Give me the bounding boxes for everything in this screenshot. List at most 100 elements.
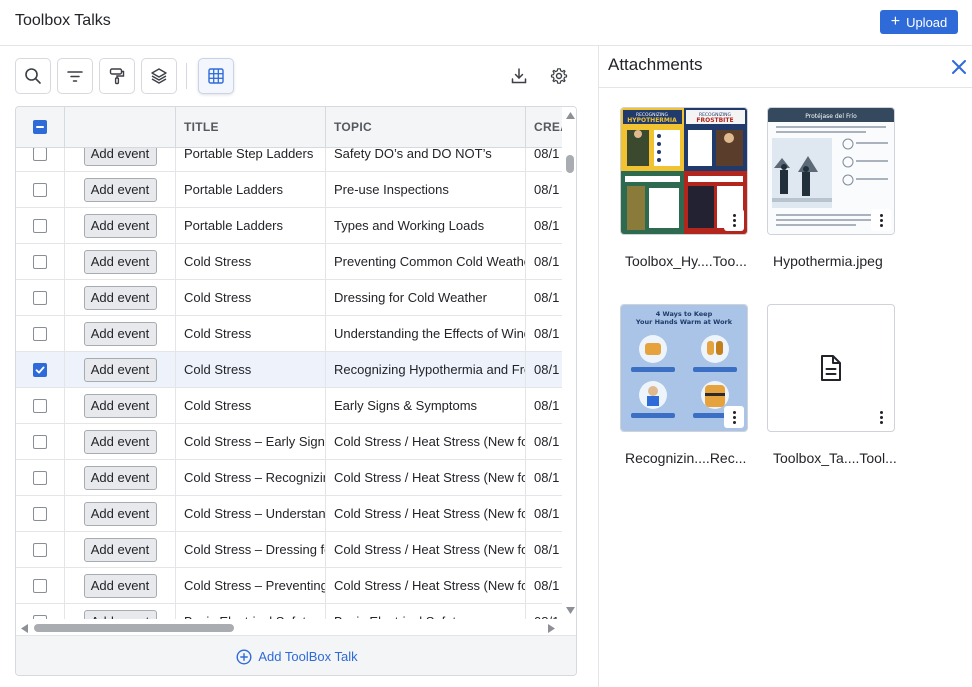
table-row[interactable]: Add event Cold Stress – Dressing for Cold… xyxy=(16,532,562,568)
table-row[interactable]: Add event Portable Ladders Types and Worki… xyxy=(16,208,562,244)
title-cell[interactable]: Cold Stress – Recognizing Hypothermia xyxy=(176,460,326,495)
created-cell[interactable]: 08/1 xyxy=(526,460,562,495)
close-panel-button[interactable] xyxy=(949,57,969,77)
row-checkbox[interactable] xyxy=(33,254,47,269)
title-cell[interactable]: Cold Stress xyxy=(176,388,326,423)
vertical-scroll-thumb[interactable] xyxy=(566,155,574,173)
topic-cell[interactable]: Cold Stress / Heat Stress (New for 2023) xyxy=(326,424,526,459)
add-event-button[interactable]: Add event xyxy=(83,465,157,490)
download-button[interactable] xyxy=(509,66,529,86)
attachment-name[interactable]: Recognizin....Rec... xyxy=(625,450,765,466)
search-button[interactable] xyxy=(15,58,51,94)
topic-cell[interactable]: Types and Working Loads xyxy=(326,208,526,243)
title-cell[interactable]: Cold Stress – Preventing Cold Injuries xyxy=(176,568,326,603)
attachment-name[interactable]: Toolbox_Hy....Too... xyxy=(625,253,765,269)
row-checkbox[interactable] xyxy=(33,398,47,413)
add-toolbox-talk-button[interactable]: Add ToolBox Talk xyxy=(16,635,576,675)
created-cell[interactable]: 08/1 xyxy=(526,148,562,171)
topic-cell[interactable]: Pre-use Inspections xyxy=(326,172,526,207)
table-row[interactable]: Add event Cold Stress – Understanding Win… xyxy=(16,496,562,532)
created-cell[interactable]: 08/1 xyxy=(526,424,562,459)
created-cell[interactable]: 08/1 xyxy=(526,352,562,387)
title-cell[interactable]: Cold Stress xyxy=(176,316,326,351)
more-options-button[interactable] xyxy=(871,406,891,428)
attachment-thumbnail[interactable]: 4 Ways to Keep Your Hands Warm at Work xyxy=(620,304,748,432)
row-checkbox[interactable] xyxy=(33,434,47,449)
created-cell[interactable]: 08/1 xyxy=(526,172,562,207)
table-row[interactable]: Add event Cold Stress – Preventing Cold I… xyxy=(16,568,562,604)
topic-cell[interactable]: Cold Stress / Heat Stress (New for 2023) xyxy=(326,568,526,603)
add-event-button[interactable]: Add event xyxy=(83,393,157,418)
scroll-left-icon[interactable] xyxy=(21,624,28,633)
row-checkbox[interactable] xyxy=(33,290,47,305)
attachment-thumbnail[interactable] xyxy=(767,304,895,432)
created-cell[interactable]: 08/1 xyxy=(526,568,562,603)
add-event-button[interactable]: Add event xyxy=(83,501,157,526)
table-row[interactable]: Add event Cold Stress – Early Signs & Sym… xyxy=(16,424,562,460)
topic-cell[interactable]: Cold Stress / Heat Stress (New for 2023) xyxy=(326,496,526,531)
scroll-up-icon[interactable] xyxy=(566,112,575,119)
upload-button[interactable]: + Upload xyxy=(880,10,958,34)
topic-cell[interactable]: Dressing for Cold Weather xyxy=(326,280,526,315)
horizontal-scroll-thumb[interactable] xyxy=(34,624,234,632)
title-cell[interactable]: Cold Stress xyxy=(176,352,326,387)
topic-cell[interactable]: Cold Stress / Heat Stress (New for 2023) xyxy=(326,532,526,567)
table-row[interactable]: Add event Cold Stress Recognizing Hypother… xyxy=(16,352,562,388)
vertical-scrollbar[interactable] xyxy=(562,107,576,622)
row-checkbox[interactable] xyxy=(33,578,47,593)
add-event-button[interactable]: Add event xyxy=(83,249,157,274)
row-checkbox[interactable] xyxy=(33,182,47,197)
row-checkbox[interactable] xyxy=(33,148,47,161)
topic-cell[interactable]: Early Signs & Symptoms xyxy=(326,388,526,423)
topic-cell[interactable]: Cold Stress / Heat Stress (New for 2023) xyxy=(326,460,526,495)
created-cell[interactable]: 08/1 xyxy=(526,496,562,531)
title-cell[interactable]: Portable Ladders xyxy=(176,208,326,243)
created-cell[interactable]: 08/1 xyxy=(526,280,562,315)
table-row[interactable]: Add event Cold Stress Understanding the Ef… xyxy=(16,316,562,352)
add-event-button[interactable]: Add event xyxy=(83,177,157,202)
created-cell[interactable]: 08/1 xyxy=(526,316,562,351)
topic-cell[interactable]: Understanding the Effects of Wind Chill xyxy=(326,316,526,351)
table-row[interactable]: Add event Portable Step Ladders Safety DO’… xyxy=(16,148,562,172)
header-created[interactable]: CREA xyxy=(526,107,562,147)
attachment-name[interactable]: Toolbox_Ta....Tool... xyxy=(773,450,913,466)
settings-button[interactable] xyxy=(549,66,569,86)
title-cell[interactable]: Portable Step Ladders xyxy=(176,148,326,171)
select-all-checkbox[interactable] xyxy=(33,120,47,134)
row-checkbox[interactable] xyxy=(33,362,47,377)
table-row[interactable]: Add event Cold Stress – Recognizing Hypot… xyxy=(16,460,562,496)
table-row[interactable]: Add event Cold Stress Dressing for Cold We… xyxy=(16,280,562,316)
scroll-down-icon[interactable] xyxy=(566,607,575,614)
format-button[interactable] xyxy=(99,58,135,94)
add-event-button[interactable]: Add event xyxy=(83,573,157,598)
add-event-button[interactable]: Add event xyxy=(83,357,157,382)
table-row[interactable]: Add event Portable Ladders Pre-use Inspect… xyxy=(16,172,562,208)
more-options-button[interactable] xyxy=(724,209,744,231)
attachment-thumbnail[interactable]: Protéjase del Frío xyxy=(767,107,895,235)
title-cell[interactable]: Cold Stress – Understanding Wind Chill xyxy=(176,496,326,531)
add-event-button[interactable]: Add event xyxy=(83,285,157,310)
row-checkbox[interactable] xyxy=(33,326,47,341)
created-cell[interactable]: 08/1 xyxy=(526,208,562,243)
attachment-name[interactable]: Hypothermia.jpeg xyxy=(773,253,913,269)
scroll-right-icon[interactable] xyxy=(548,624,555,633)
created-cell[interactable]: 08/1 xyxy=(526,388,562,423)
title-cell[interactable]: Portable Ladders xyxy=(176,172,326,207)
header-title[interactable]: TITLE xyxy=(176,107,326,147)
title-cell[interactable]: Cold Stress xyxy=(176,244,326,279)
header-topic[interactable]: TOPIC xyxy=(326,107,526,147)
title-cell[interactable]: Cold Stress – Early Signs & Symptoms xyxy=(176,424,326,459)
attachment-thumbnail[interactable]: RECOGNIZING HYPOTHERMIA RECOGNIZING FROS… xyxy=(620,107,748,235)
row-checkbox[interactable] xyxy=(33,506,47,521)
horizontal-scrollbar[interactable] xyxy=(16,619,562,635)
add-event-button[interactable]: Add event xyxy=(83,213,157,238)
topic-cell[interactable]: Preventing Common Cold Weather Injuries xyxy=(326,244,526,279)
add-event-button[interactable]: Add event xyxy=(83,537,157,562)
more-options-button[interactable] xyxy=(871,209,891,231)
add-event-button[interactable]: Add event xyxy=(83,321,157,346)
row-checkbox[interactable] xyxy=(33,218,47,233)
grid-view-button[interactable] xyxy=(198,58,234,94)
add-event-button[interactable]: Add event xyxy=(83,148,157,166)
add-event-button[interactable]: Add event xyxy=(83,429,157,454)
title-cell[interactable]: Cold Stress xyxy=(176,280,326,315)
